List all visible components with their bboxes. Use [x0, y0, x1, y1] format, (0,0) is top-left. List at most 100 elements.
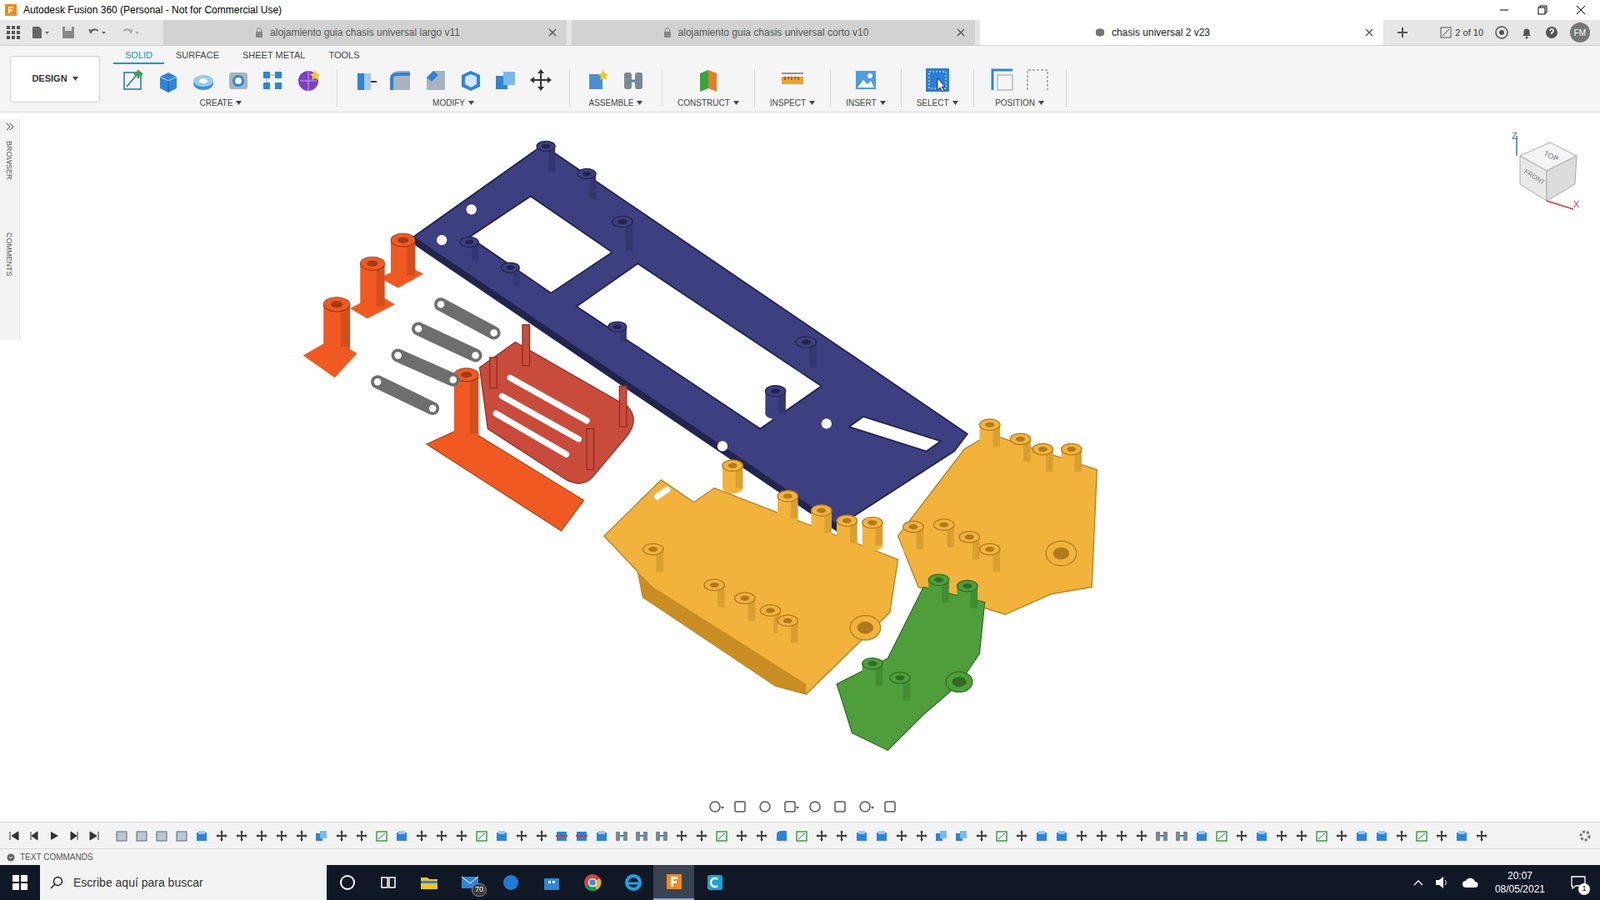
timeline-body-icon[interactable]: [175, 829, 189, 843]
undo-icon[interactable]: [86, 25, 109, 40]
timeline-move-icon[interactable]: [755, 829, 769, 843]
timeline-move-icon[interactable]: [1095, 829, 1109, 843]
timeline-extrude-icon[interactable]: [395, 829, 409, 843]
timeline-move-icon[interactable]: [1115, 829, 1129, 843]
clock[interactable]: 20:0708/05/2021: [1490, 869, 1550, 896]
timeline-move-icon[interactable]: [275, 829, 289, 843]
taskbar-app[interactable]: [571, 865, 613, 900]
zoom-window-icon[interactable]: [807, 799, 825, 815]
timeline-move-icon[interactable]: [515, 829, 529, 843]
document-tab[interactable]: chasis universal 2 v23: [980, 20, 1384, 45]
close-tab-icon[interactable]: [956, 28, 965, 37]
timeline-move-icon[interactable]: [1295, 829, 1309, 843]
timeline-move-icon[interactable]: [675, 829, 689, 843]
timeline-extrude-icon[interactable]: [855, 829, 869, 843]
move-icon[interactable]: [527, 66, 555, 94]
timeline-settings-icon[interactable]: [1578, 829, 1592, 843]
zoom-icon[interactable]: [782, 799, 800, 815]
job-status[interactable]: 2 of 10: [1440, 25, 1484, 40]
hole-icon[interactable]: [225, 66, 252, 94]
timeline-move-icon[interactable]: [1235, 829, 1249, 843]
restore-icon[interactable]: [1523, 0, 1562, 20]
timeline-joint-icon[interactable]: [615, 829, 629, 843]
measure-icon[interactable]: [779, 66, 806, 94]
text-commands-bar[interactable]: TEXT COMMANDS: [0, 848, 1600, 865]
bracket-large-part[interactable]: [604, 460, 899, 695]
timeline-combine-icon[interactable]: [955, 829, 969, 843]
toolbar-tab[interactable]: SHEET METAL: [230, 47, 317, 65]
timeline-move-icon[interactable]: [255, 829, 269, 843]
extensions-icon[interactable]: [1495, 25, 1509, 40]
timeline-sketch-icon[interactable]: [995, 829, 1009, 843]
taskbar-app[interactable]: [694, 865, 735, 900]
timeline-move-icon[interactable]: [415, 829, 429, 843]
canvas[interactable]: BROWSERCOMMENTSZXTOPFRONT: [0, 112, 1600, 822]
tool-group-menu[interactable]: POSITION: [995, 95, 1045, 110]
timeline-move-icon[interactable]: [1395, 829, 1409, 843]
timeline-move-icon[interactable]: [1335, 829, 1349, 843]
bracket-right-part[interactable]: [898, 419, 1098, 615]
timeline-extrude-icon[interactable]: [1255, 829, 1269, 843]
taskbar-app[interactable]: [653, 865, 695, 900]
timeline-move-icon[interactable]: [1075, 829, 1089, 843]
links-part[interactable]: [374, 300, 498, 412]
presspull-icon[interactable]: [352, 66, 380, 94]
tool-group-menu[interactable]: CONSTRUCT: [677, 95, 740, 110]
timeline-body-icon[interactable]: [155, 829, 169, 843]
taskbar-app[interactable]: [326, 865, 368, 900]
view-cube[interactable]: ZXTOPFRONT: [1510, 130, 1580, 211]
tool-group-menu[interactable]: ASSEMBLE: [589, 95, 644, 110]
grid-icon[interactable]: [857, 799, 875, 815]
timeline-sketch-icon[interactable]: [1215, 829, 1229, 843]
timeline-joint-icon[interactable]: [635, 829, 649, 843]
fillet-icon[interactable]: [387, 66, 415, 94]
timeline-move-icon[interactable]: [235, 829, 249, 843]
display-icon[interactable]: [832, 799, 850, 815]
sketch-icon[interactable]: [120, 66, 147, 94]
combine-icon[interactable]: [492, 66, 520, 94]
timeline-extrude-icon[interactable]: [1355, 829, 1369, 843]
close-tab-icon[interactable]: [548, 28, 557, 37]
component-icon[interactable]: [585, 66, 612, 94]
orbit-icon[interactable]: [707, 799, 725, 815]
pattern-icon[interactable]: [260, 66, 287, 94]
joint-icon[interactable]: [620, 66, 647, 94]
taskbar-app[interactable]: 70: [449, 865, 490, 900]
timeline-move-icon[interactable]: [335, 829, 349, 843]
timeline-move-icon[interactable]: [1015, 829, 1029, 843]
select-icon[interactable]: [924, 66, 951, 94]
extrude-icon[interactable]: [155, 66, 182, 94]
document-tab[interactable]: alojamiento guia chasis universal largo …: [163, 20, 567, 45]
timeline-sketch-icon[interactable]: [375, 829, 389, 843]
timeline-extrude-icon[interactable]: [1195, 829, 1209, 843]
guide-part[interactable]: [480, 325, 635, 484]
toolbar-tab[interactable]: TOOLS: [316, 47, 371, 65]
toolbar-tab[interactable]: SURFACE: [164, 47, 231, 65]
timeline-move-icon[interactable]: [835, 829, 849, 843]
timeline-move-icon[interactable]: [355, 829, 369, 843]
action-center[interactable]: 1: [1561, 865, 1595, 900]
timeline-sketch-icon[interactable]: [715, 829, 729, 843]
file-icon[interactable]: [31, 25, 50, 40]
chamfer-icon[interactable]: [422, 66, 450, 94]
image-icon[interactable]: [852, 66, 880, 94]
timeline-combine-icon[interactable]: [315, 829, 329, 843]
shell-icon[interactable]: [457, 66, 485, 94]
taskbar-app[interactable]: [490, 865, 531, 900]
close-icon[interactable]: [1561, 0, 1600, 20]
timeline-sketch-icon[interactable]: [475, 829, 489, 843]
timeline-move-icon[interactable]: [1275, 829, 1289, 843]
timeline-move-icon[interactable]: [815, 829, 829, 843]
workspace-switcher[interactable]: DESIGN: [10, 55, 100, 103]
tool-group-menu[interactable]: INSPECT: [770, 95, 815, 110]
play-icon[interactable]: [48, 830, 60, 842]
apps-grid-icon[interactable]: [6, 25, 20, 40]
chassis-part[interactable]: [413, 140, 968, 533]
look-icon[interactable]: [732, 799, 750, 815]
last-icon[interactable]: [88, 830, 100, 842]
timeline-extrude-icon[interactable]: [875, 829, 889, 843]
timeline-body-icon[interactable]: [135, 829, 149, 843]
minimize-icon[interactable]: [1485, 0, 1524, 20]
plane-icon[interactable]: [695, 66, 722, 94]
timeline-sketch-icon[interactable]: [795, 829, 809, 843]
